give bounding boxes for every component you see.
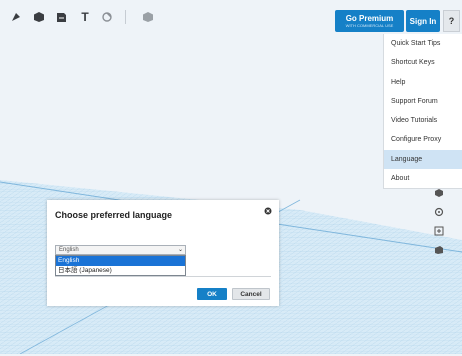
language-dialog: Choose preferred language English ⌄ Engl…	[47, 200, 279, 306]
toolbar: T Go Premium WITH COMMERCIAL USE Sign In…	[0, 0, 462, 34]
language-select[interactable]: English ⌄	[55, 245, 186, 255]
view-tools	[432, 186, 448, 262]
view-icon[interactable]	[432, 186, 446, 200]
ok-button[interactable]: OK	[197, 288, 227, 300]
layers-icon[interactable]	[432, 243, 446, 257]
help-menu: Quick Start Tips Shortcut Keys Help Supp…	[383, 34, 462, 189]
chevron-down-icon: ⌄	[177, 247, 183, 253]
menu-item-help[interactable]: Help	[384, 73, 462, 92]
text-tool-icon[interactable]: T	[78, 10, 92, 24]
paint-tool-icon[interactable]	[100, 10, 114, 24]
solid-tool-icon[interactable]	[32, 10, 46, 24]
cancel-button[interactable]: Cancel	[232, 288, 270, 300]
menu-item-shortcut-keys[interactable]: Shortcut Keys	[384, 53, 462, 72]
go-premium-button[interactable]: Go Premium WITH COMMERCIAL USE	[335, 10, 404, 32]
sign-in-button[interactable]: Sign In	[406, 10, 440, 32]
menu-item-quick-start-tips[interactable]: Quick Start Tips	[384, 34, 462, 53]
zoom-icon[interactable]	[432, 224, 446, 238]
menu-item-about[interactable]: About	[384, 169, 462, 188]
menu-item-video-tutorials[interactable]: Video Tutorials	[384, 111, 462, 130]
menu-item-language[interactable]: Language	[384, 149, 462, 170]
help-button[interactable]: ?	[443, 10, 460, 32]
language-option-japanese[interactable]: 日本語 (Japanese)	[56, 266, 185, 276]
close-icon[interactable]	[264, 207, 272, 215]
shape-tool-icon[interactable]	[9, 10, 23, 24]
menu-item-configure-proxy[interactable]: Configure Proxy	[384, 130, 462, 149]
language-options-list: English 日本語 (Japanese)	[55, 255, 186, 276]
import-tool-icon[interactable]	[54, 10, 68, 24]
orbit-icon[interactable]	[432, 205, 446, 219]
dialog-title: Choose preferred language	[55, 210, 173, 220]
premium-sublabel: WITH COMMERCIAL USE	[345, 22, 394, 28]
group-tool-icon[interactable]	[141, 10, 155, 24]
language-select-value: English	[59, 247, 79, 253]
toolbar-divider	[125, 10, 126, 24]
language-option-english[interactable]: English	[56, 256, 185, 266]
menu-item-support-forum[interactable]: Support Forum	[384, 92, 462, 111]
dialog-divider	[55, 276, 271, 277]
premium-label: Go Premium	[345, 13, 394, 23]
